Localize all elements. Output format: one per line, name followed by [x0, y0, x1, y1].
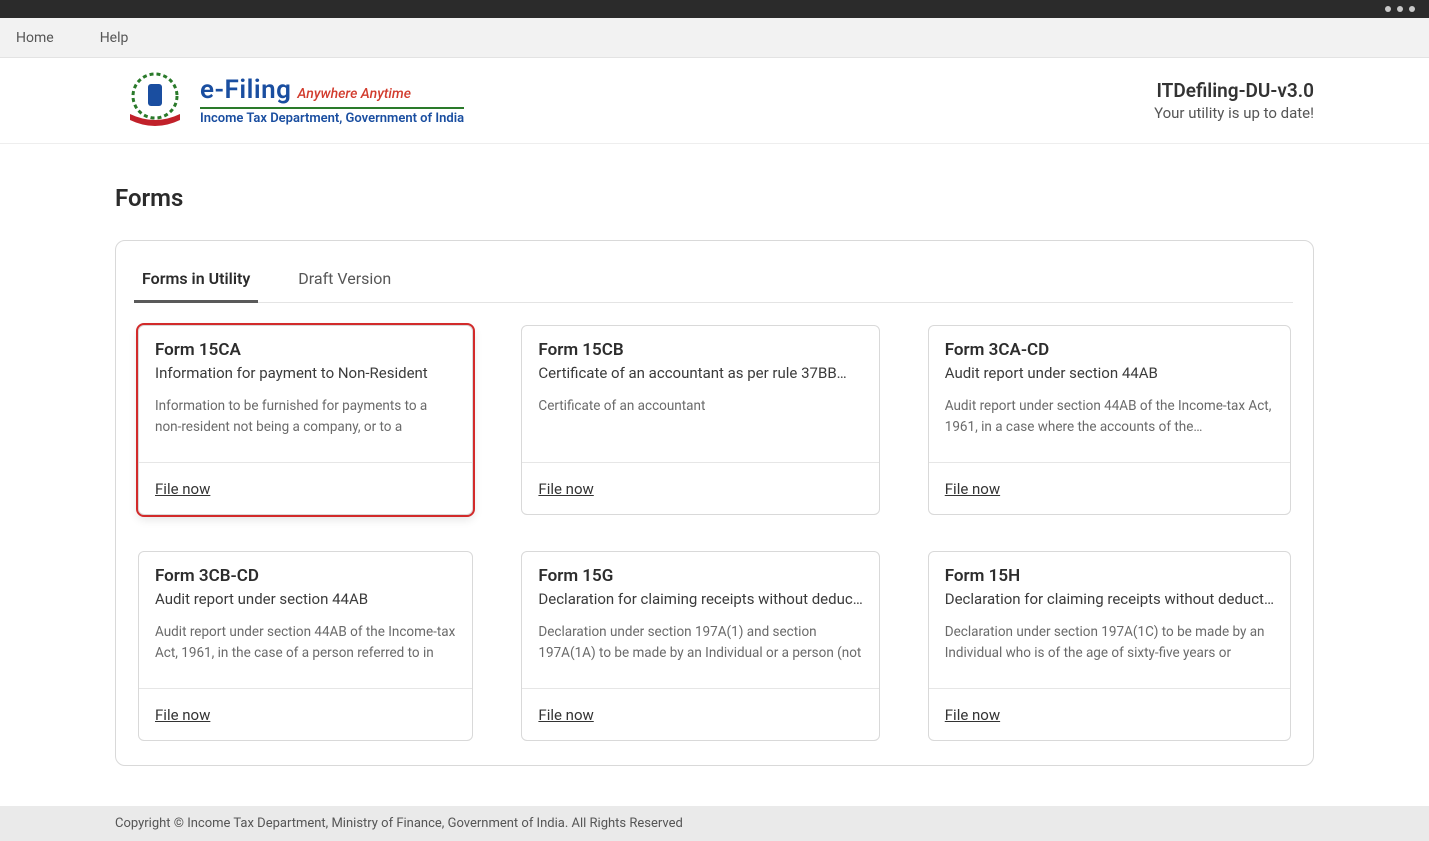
menubar: Home Help — [0, 18, 1429, 58]
card-body: Form 15G Declaration for claiming receipt… — [522, 552, 878, 688]
brand-block: e-Filing Anywhere Anytime Income Tax Dep… — [120, 70, 464, 132]
card-title: Form 15H — [945, 566, 1274, 586]
version-status: Your utility is up to date! — [1154, 104, 1314, 122]
window-titlebar — [0, 0, 1429, 18]
cards-grid: Form 15CA Information for payment to Non-… — [136, 325, 1293, 741]
footer: Copyright © Income Tax Department, Minis… — [0, 806, 1429, 841]
card-footer: File now — [929, 688, 1290, 740]
form-card: Form 3CB-CD Audit report under section 44… — [138, 551, 473, 741]
menu-home[interactable]: Home — [16, 30, 54, 46]
card-description: Information to be furnished for payments… — [155, 396, 456, 438]
file-now-link[interactable]: File now — [155, 706, 210, 724]
card-title: Form 15CB — [538, 340, 862, 360]
govt-emblem-icon — [120, 70, 190, 132]
card-subtitle: Declaration for claiming receipts withou… — [945, 590, 1274, 608]
main-content: Forms Forms in Utility Draft Version Form… — [0, 144, 1429, 786]
menu-help[interactable]: Help — [100, 30, 129, 46]
window-control-dot[interactable] — [1409, 6, 1415, 12]
card-title: Form 3CA-CD — [945, 340, 1274, 360]
brand-title: e-Filing — [200, 75, 291, 105]
card-title: Form 3CB-CD — [155, 566, 456, 586]
window-control-dot[interactable] — [1385, 6, 1391, 12]
card-footer: File now — [139, 688, 472, 740]
file-now-link[interactable]: File now — [538, 480, 593, 498]
form-card: Form 15H Declaration for claiming receipt… — [928, 551, 1291, 741]
file-now-link[interactable]: File now — [538, 706, 593, 724]
version-block: ITDefiling-DU-v3.0 Your utility is up to… — [1154, 79, 1314, 122]
file-now-link[interactable]: File now — [155, 480, 210, 498]
card-description: Certificate of an accountant — [538, 396, 862, 417]
forms-panel: Forms in Utility Draft Version Form 15CA I… — [115, 240, 1314, 766]
card-footer: File now — [522, 462, 878, 514]
card-title: Form 15CA — [155, 340, 456, 360]
brand-subtitle: Income Tax Department, Government of Ind… — [200, 111, 464, 126]
card-subtitle: Audit report under section 44AB — [155, 590, 456, 608]
app-header: e-Filing Anywhere Anytime Income Tax Dep… — [0, 58, 1429, 144]
form-card: Form 3CA-CD Audit report under section 44… — [928, 325, 1291, 515]
card-description: Audit report under section 44AB of the I… — [155, 622, 456, 664]
tab-forms-in-utility[interactable]: Forms in Utility — [140, 259, 252, 302]
card-title: Form 15G — [538, 566, 862, 586]
tab-draft-version[interactable]: Draft Version — [296, 259, 393, 302]
file-now-link[interactable]: File now — [945, 480, 1000, 498]
card-description: Declaration under section 197A(1) and se… — [538, 622, 862, 664]
card-description: Declaration under section 197A(1C) to be… — [945, 622, 1274, 664]
form-card: Form 15CB Certificate of an accountant as… — [521, 325, 879, 515]
form-card: Form 15CA Information for payment to Non-… — [138, 325, 473, 515]
form-card: Form 15G Declaration for claiming receipt… — [521, 551, 879, 741]
card-subtitle: Declaration for claiming receipts withou… — [538, 590, 862, 608]
card-body: Form 15CA Information for payment to Non-… — [139, 326, 472, 462]
card-footer: File now — [139, 462, 472, 514]
card-subtitle: Information for payment to Non-Resident — [155, 364, 456, 382]
file-now-link[interactable]: File now — [945, 706, 1000, 724]
card-footer: File now — [522, 688, 878, 740]
card-body: Form 15CB Certificate of an accountant as… — [522, 326, 878, 462]
footer-text: Copyright © Income Tax Department, Minis… — [115, 816, 683, 831]
card-body: Form 3CA-CD Audit report under section 44… — [929, 326, 1290, 462]
card-footer: File now — [929, 462, 1290, 514]
brand-text: e-Filing Anywhere Anytime Income Tax Dep… — [200, 75, 464, 126]
version-name: ITDefiling-DU-v3.0 — [1154, 79, 1314, 102]
tabs: Forms in Utility Draft Version — [136, 259, 1293, 303]
brand-tagline: Anywhere Anytime — [297, 86, 411, 102]
card-subtitle: Certificate of an accountant as per rule… — [538, 364, 862, 382]
card-description: Audit report under section 44AB of the I… — [945, 396, 1274, 438]
card-body: Form 15H Declaration for claiming receipt… — [929, 552, 1290, 688]
window-control-dot[interactable] — [1397, 6, 1403, 12]
card-body: Form 3CB-CD Audit report under section 44… — [139, 552, 472, 688]
card-subtitle: Audit report under section 44AB — [945, 364, 1274, 382]
page-title: Forms — [115, 184, 1314, 212]
